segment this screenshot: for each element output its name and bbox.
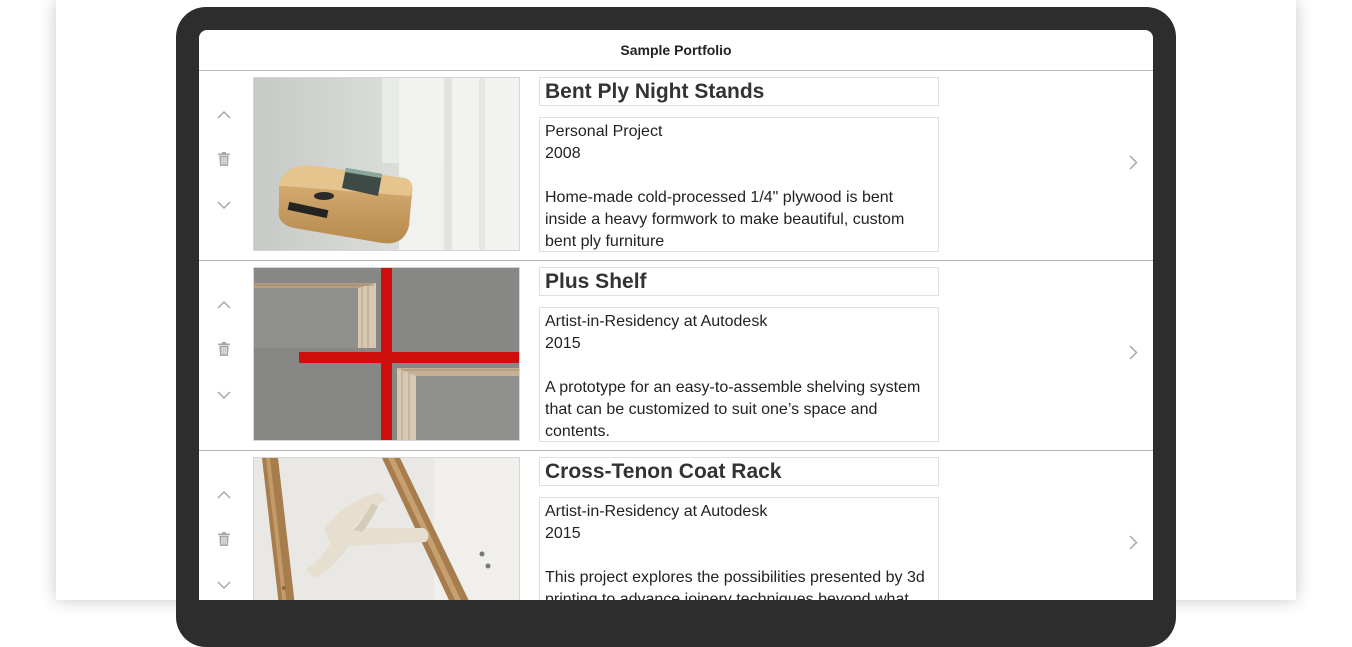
- project-description-field[interactable]: Artist-in-Residency at Autodesk 2015 Thi…: [539, 497, 939, 600]
- project-image: [254, 78, 519, 250]
- page-title: Sample Portfolio: [620, 42, 732, 58]
- project-list: Bent Ply Night Stands Personal Project 2…: [199, 71, 1153, 600]
- project-title-field[interactable]: Bent Ply Night Stands: [539, 77, 939, 106]
- chevron-down-icon: [217, 200, 231, 209]
- move-up-button[interactable]: [214, 104, 234, 124]
- open-project-button[interactable]: [1123, 531, 1143, 553]
- trash-icon: [218, 532, 230, 546]
- open-project-button[interactable]: [1123, 151, 1143, 173]
- project-title-field[interactable]: Cross-Tenon Coat Rack: [539, 457, 939, 486]
- project-thumbnail[interactable]: [253, 77, 520, 251]
- move-down-button[interactable]: [214, 385, 234, 405]
- project-row: Bent Ply Night Stands Personal Project 2…: [199, 71, 1153, 261]
- project-row: Plus Shelf Artist-in-Residency at Autode…: [199, 261, 1153, 451]
- chevron-right-icon: [1128, 154, 1138, 170]
- delete-button[interactable]: [214, 149, 234, 169]
- nav-bar: Sample Portfolio: [199, 30, 1153, 71]
- delete-button[interactable]: [214, 529, 234, 549]
- project-image: [254, 458, 519, 600]
- chevron-down-icon: [217, 580, 231, 589]
- chevron-up-icon: [217, 110, 231, 119]
- project-description-field[interactable]: Personal Project 2008 Home-made cold-pro…: [539, 117, 939, 252]
- move-down-button[interactable]: [214, 195, 234, 215]
- chevron-right-icon: [1128, 344, 1138, 360]
- chevron-up-icon: [217, 490, 231, 499]
- move-up-button[interactable]: [214, 484, 234, 504]
- project-thumbnail[interactable]: [253, 267, 520, 441]
- project-image: [254, 268, 519, 440]
- chevron-down-icon: [217, 390, 231, 399]
- project-thumbnail[interactable]: [253, 457, 520, 600]
- move-up-button[interactable]: [214, 294, 234, 314]
- open-project-button[interactable]: [1123, 341, 1143, 363]
- project-row: Cross-Tenon Coat Rack Artist-in-Residenc…: [199, 451, 1153, 600]
- tablet-screen: Sample Portfolio Bent Ply Night Stands P…: [199, 30, 1153, 600]
- project-description-field[interactable]: Artist-in-Residency at Autodesk 2015 A p…: [539, 307, 939, 442]
- trash-icon: [218, 152, 230, 166]
- chevron-right-icon: [1128, 534, 1138, 550]
- delete-button[interactable]: [214, 339, 234, 359]
- trash-icon: [218, 342, 230, 356]
- chevron-up-icon: [217, 300, 231, 309]
- move-down-button[interactable]: [214, 575, 234, 595]
- project-title-field[interactable]: Plus Shelf: [539, 267, 939, 296]
